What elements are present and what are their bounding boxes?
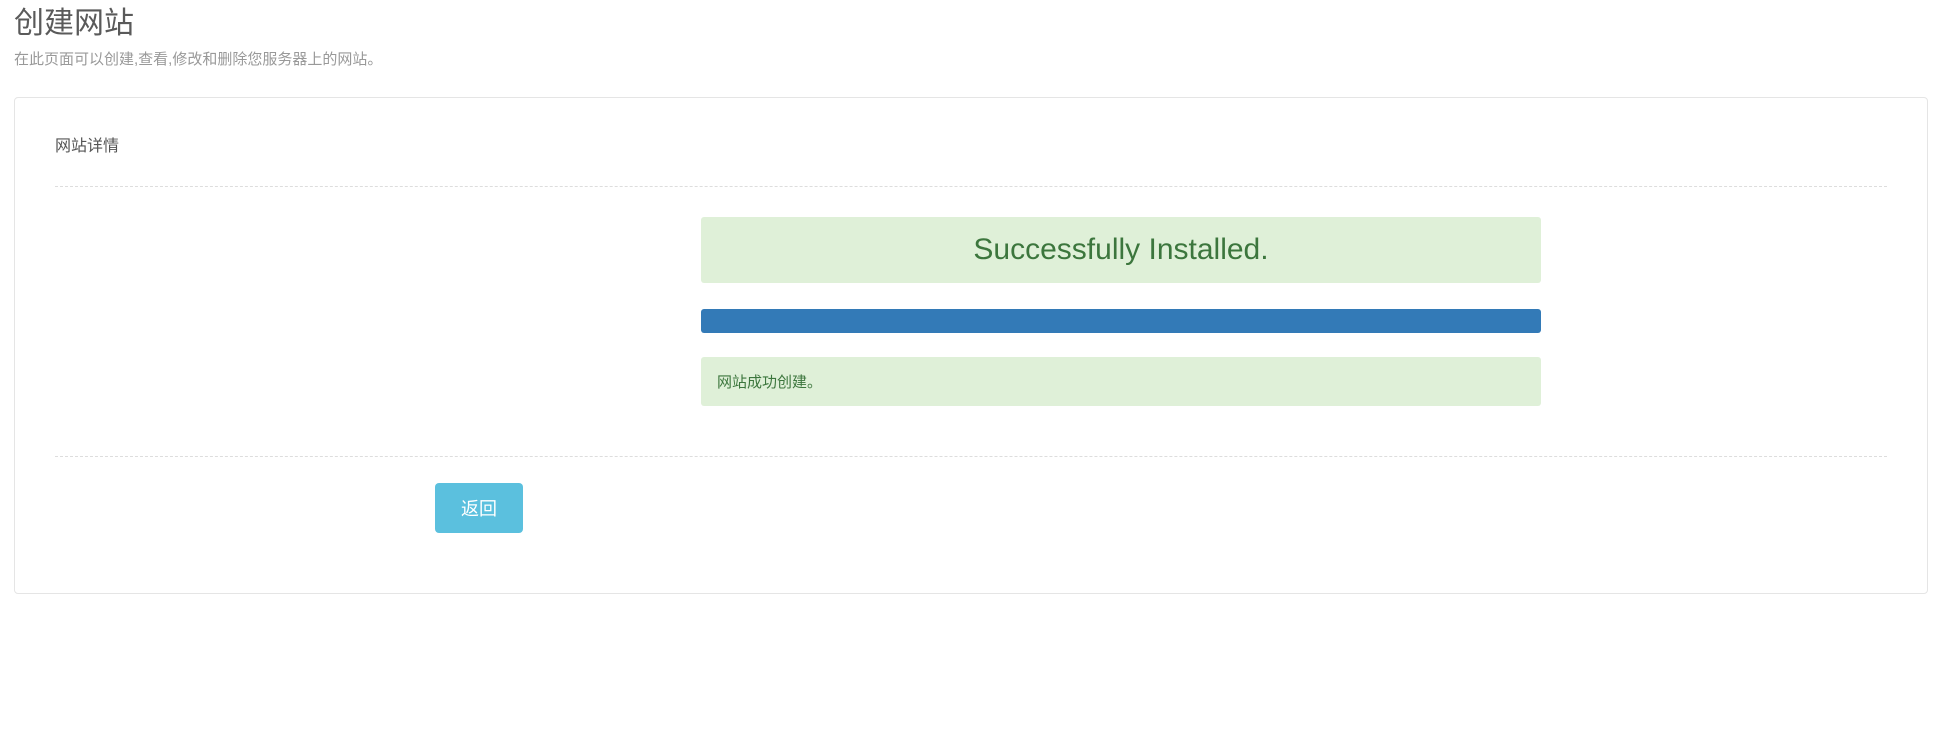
panel-actions: 返回 — [55, 457, 1887, 533]
progress-bar — [701, 309, 1541, 333]
page-subtitle: 在此页面可以创建,查看,修改和删除您服务器上的网站。 — [14, 48, 1928, 69]
page-title: 创建网站 — [14, 6, 1928, 42]
back-button[interactable]: 返回 — [435, 483, 523, 533]
panel-section-title: 网站详情 — [55, 98, 1887, 186]
site-created-message: 网站成功创建。 — [701, 357, 1541, 406]
progress-bar-fill — [701, 309, 1541, 333]
panel-content: Successfully Installed. 网站成功创建。 — [441, 187, 1501, 406]
install-success-banner: Successfully Installed. — [701, 217, 1541, 283]
details-panel: 网站详情 Successfully Installed. 网站成功创建。 返回 — [14, 97, 1928, 594]
